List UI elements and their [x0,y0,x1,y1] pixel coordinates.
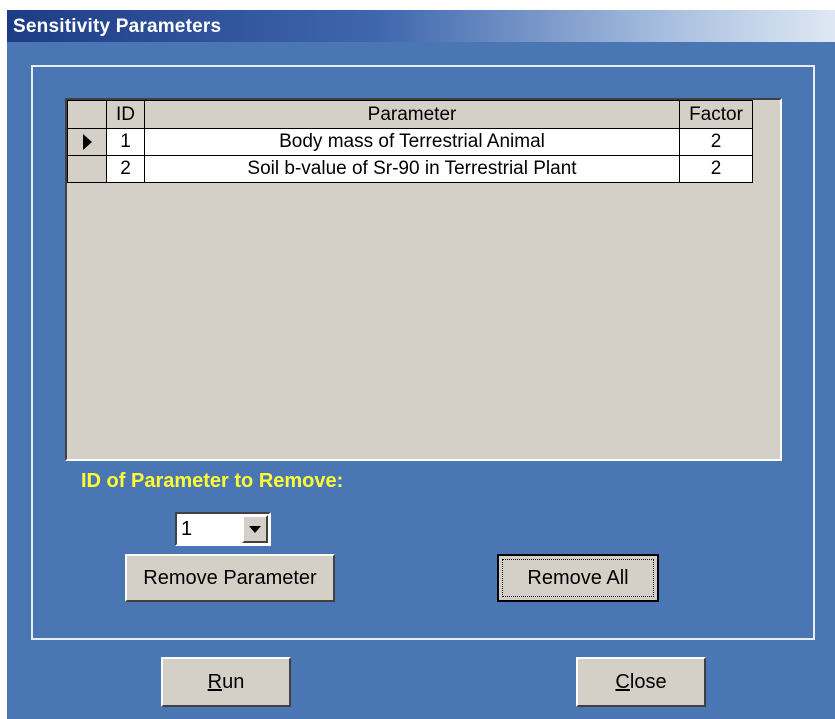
remove-id-value: 1 [181,518,193,540]
chevron-down-icon [249,526,261,533]
title-bar[interactable]: Sensitivity Parameters [7,10,835,42]
cell-id[interactable]: 2 [106,155,145,183]
close-mnemonic: C [615,671,630,693]
remove-all-button[interactable]: Remove All [497,554,659,602]
column-header-factor[interactable]: Factor [679,100,753,129]
sensitivity-parameters-window: Sensitivity Parameters ID Parameter Fact… [7,10,835,719]
table-row[interactable]: 2 Soil b-value of Sr-90 in Terrestrial P… [67,155,753,183]
remove-all-label: Remove All [527,567,629,589]
cell-parameter[interactable]: Body mass of Terrestrial Animal [144,128,680,156]
column-header-parameter[interactable]: Parameter [144,100,680,129]
parameters-grid[interactable]: ID Parameter Factor 1 Body mass of Terre… [65,98,782,461]
remove-parameter-button[interactable]: Remove Parameter [125,554,335,602]
row-selector[interactable] [67,155,107,183]
cell-parameter[interactable]: Soil b-value of Sr-90 in Terrestrial Pla… [144,155,680,183]
run-button[interactable]: Run [161,657,291,707]
cell-id[interactable]: 1 [106,128,145,156]
row-selector[interactable] [67,128,107,156]
parameters-table: ID Parameter Factor 1 Body mass of Terre… [67,100,753,183]
window-title: Sensitivity Parameters [13,16,222,37]
run-label-rest: un [222,671,245,693]
current-row-arrow-icon [82,133,92,150]
run-mnemonic: R [207,671,223,693]
cell-factor[interactable]: 2 [679,128,753,156]
close-label-rest: lose [629,671,667,693]
remove-id-label: ID of Parameter to Remove: [81,470,344,492]
column-header-id[interactable]: ID [106,100,145,129]
focus-rectangle: Remove All [502,559,654,597]
remove-id-dropdown[interactable]: 1 [175,512,271,546]
header-row: ID Parameter Factor [67,100,753,129]
close-button[interactable]: Close [576,657,706,707]
dropdown-button[interactable] [242,515,268,543]
row-selector-header [67,100,107,129]
table-row[interactable]: 1 Body mass of Terrestrial Animal 2 [67,128,753,156]
cell-factor[interactable]: 2 [679,155,753,183]
